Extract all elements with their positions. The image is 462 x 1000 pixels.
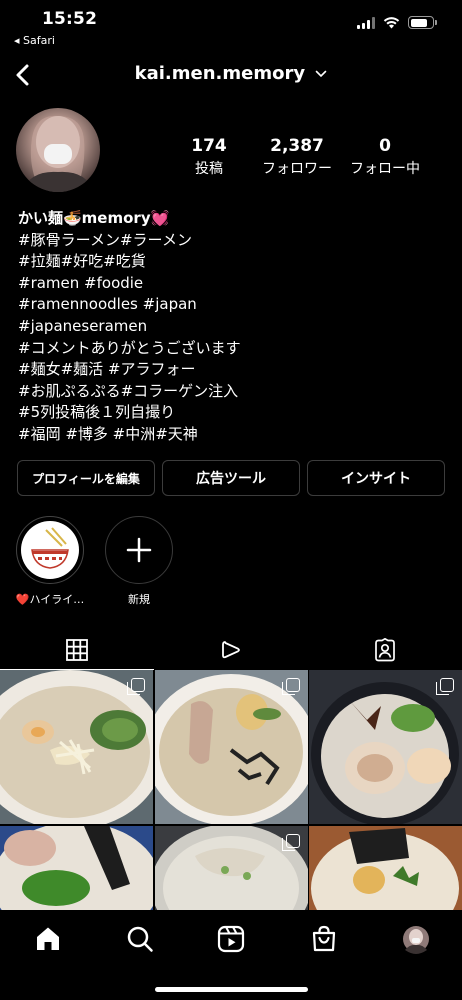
bio-line[interactable]: #福岡 #博多 #中洲#天神 — [18, 424, 448, 446]
posts-count: 174 — [191, 136, 227, 156]
bio-line[interactable]: #japaneseramen — [18, 316, 448, 338]
tab-tagged[interactable] — [308, 630, 462, 670]
plus-icon — [126, 537, 151, 562]
multiple-posts-icon — [281, 678, 300, 695]
wifi-icon — [383, 17, 400, 29]
home-indicator — [155, 987, 308, 992]
posts-grid — [0, 670, 462, 910]
following-stat[interactable]: 0 フォロー中 — [342, 136, 428, 178]
grid-icon — [66, 638, 88, 661]
back-to-safari-link[interactable]: ◂ Safari — [14, 34, 55, 47]
username-label: kai.men.memory — [134, 63, 306, 84]
tagged-person-icon — [375, 638, 395, 662]
username-switcher[interactable]: kai.men.memory — [0, 63, 462, 84]
highlight-cover — [16, 516, 84, 584]
status-icons — [357, 16, 437, 29]
bio-line[interactable]: #ramennoodles #japan — [18, 294, 448, 316]
post-thumbnail[interactable] — [309, 670, 462, 824]
bio-line[interactable]: #拉麺#好吃#吃貨 — [18, 251, 448, 273]
bio-line[interactable]: #5列投稿後１列自撮り — [18, 402, 448, 424]
status-bar: 15:52 ◂ Safari — [0, 0, 462, 50]
followers-label: フォロワー — [262, 161, 332, 177]
post-thumbnail[interactable] — [309, 825, 462, 910]
following-count: 0 — [379, 136, 391, 156]
battery-icon — [408, 16, 437, 29]
bio-line[interactable]: #豚骨ラーメン#ラーメン — [18, 230, 448, 252]
post-thumbnail[interactable] — [0, 670, 153, 824]
new-highlight-ring — [105, 516, 173, 584]
new-highlight-label: 新規 — [128, 593, 150, 606]
profile-action-buttons: プロフィールを編集 広告ツール インサイト — [17, 460, 445, 496]
profile-avatar[interactable] — [16, 108, 100, 192]
ramen-photo — [309, 825, 462, 910]
posts-stat[interactable]: 174 投稿 — [180, 136, 238, 178]
ramen-bowl-icon — [30, 526, 69, 569]
profile-bio: かい麺🍜memory💓 #豚骨ラーメン#ラーメン #拉麺#好吃#吃貨 #rame… — [18, 208, 448, 446]
edit-profile-button[interactable]: プロフィールを編集 — [17, 460, 155, 496]
followers-stat[interactable]: 2,387 フォロワー — [252, 136, 342, 178]
followers-count: 2,387 — [270, 136, 324, 156]
bio-line[interactable]: #お肌ぷるぷる#コラーゲン注入 — [18, 381, 448, 403]
posts-label: 投稿 — [195, 161, 223, 177]
search-icon[interactable] — [125, 924, 155, 954]
ramen-photo — [0, 825, 153, 910]
multiple-posts-icon — [127, 678, 145, 695]
home-icon[interactable] — [33, 924, 63, 954]
reels-icon[interactable] — [216, 924, 246, 954]
post-thumbnail[interactable] — [154, 670, 308, 824]
profile-avatar-icon[interactable] — [401, 924, 431, 954]
story-highlight[interactable]: ❤️ハイライ… — [15, 516, 85, 607]
bio-line[interactable]: #コメントありがとうございます — [18, 338, 448, 360]
insights-button[interactable]: インサイト — [307, 460, 445, 496]
avatar-photo — [22, 115, 94, 192]
status-time: 15:52 — [42, 9, 98, 29]
cellular-signal-icon — [357, 16, 375, 29]
profile-tabs — [0, 630, 462, 670]
post-thumbnail[interactable] — [154, 825, 308, 910]
highlight-label: ❤️ハイライ… — [15, 593, 85, 606]
profile-stats: 174 投稿 2,387 フォロワー 0 フォロー中 — [180, 136, 430, 182]
chevron-down-icon — [316, 70, 327, 78]
bio-display-name: かい麺🍜memory💓 — [18, 209, 170, 227]
bio-line[interactable]: #ramen #foodie — [18, 273, 448, 295]
ad-tools-button[interactable]: 広告ツール — [162, 460, 300, 496]
post-thumbnail[interactable] — [0, 825, 153, 910]
multiple-posts-icon — [281, 833, 300, 851]
bio-line[interactable]: #麺女#麺活 #アラフォー — [18, 359, 448, 381]
reels-play-icon — [222, 641, 240, 659]
shop-icon[interactable] — [309, 924, 339, 954]
tab-reels[interactable] — [154, 630, 308, 670]
profile-header: kai.men.memory — [0, 56, 462, 96]
following-label: フォロー中 — [350, 161, 420, 177]
new-highlight-button[interactable]: 新規 — [104, 516, 174, 607]
bottom-navigation — [0, 910, 462, 1000]
tab-posts-grid[interactable] — [0, 630, 154, 670]
multiple-posts-icon — [436, 678, 454, 695]
